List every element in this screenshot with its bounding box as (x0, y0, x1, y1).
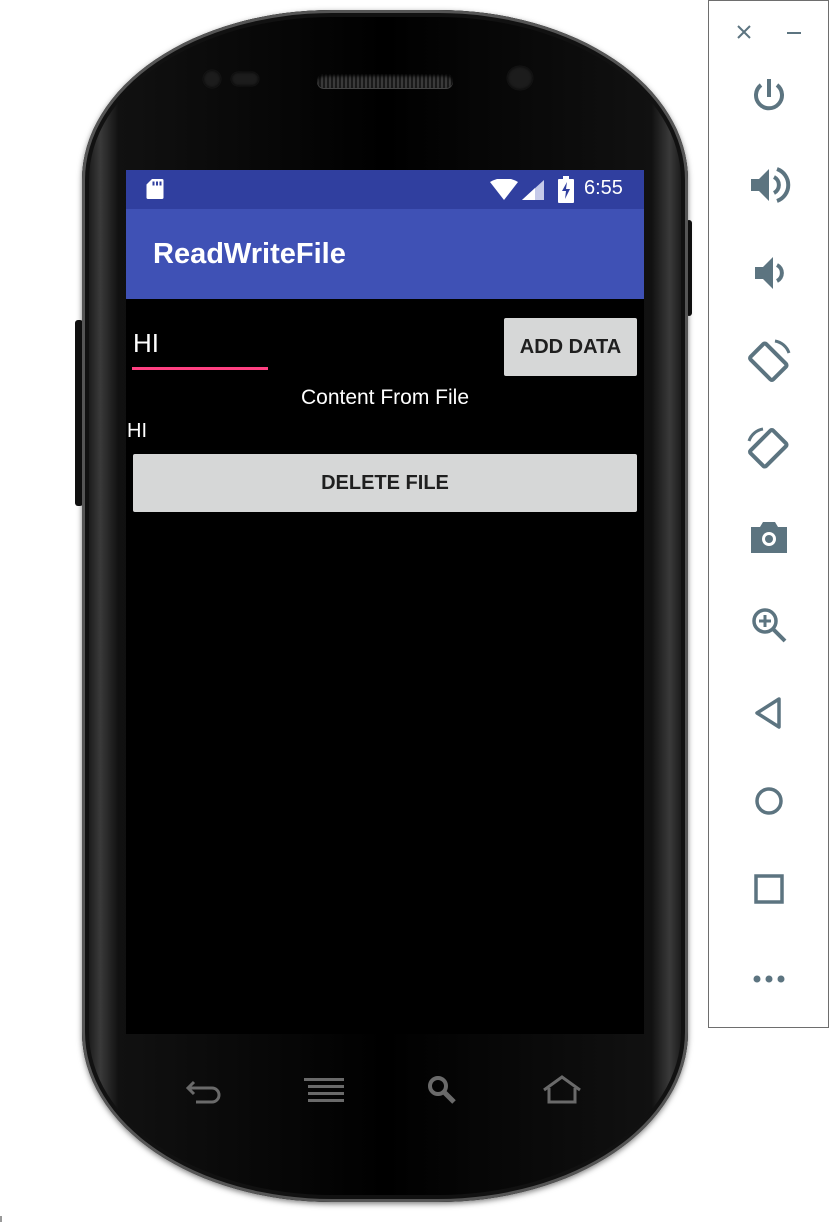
nav-home-button[interactable] (745, 777, 793, 825)
hw-back-button[interactable] (182, 1072, 226, 1108)
sd-card-icon (146, 179, 164, 199)
zoom-icon (752, 608, 787, 643)
back-icon (185, 1080, 221, 1104)
rotate-right-button[interactable] (745, 425, 793, 473)
hw-search-button[interactable] (420, 1072, 464, 1108)
volume-up-icon (751, 167, 791, 203)
nav-overview-button[interactable] (745, 865, 793, 913)
hw-menu-button[interactable] (302, 1072, 346, 1108)
status-clock: 6:55 (584, 177, 623, 199)
zoom-button[interactable] (745, 601, 793, 649)
camera-icon (751, 522, 787, 553)
volume-up-button[interactable] (745, 161, 793, 209)
wifi-icon (490, 179, 518, 200)
device-screen: 6:55 ReadWriteFile HI ADD DATA Content F… (126, 170, 644, 1034)
earpiece-speaker (317, 74, 453, 88)
more-button[interactable] (745, 953, 793, 1001)
search-icon (428, 1076, 456, 1104)
app-title: ReadWriteFile (153, 238, 346, 270)
app-bar: ReadWriteFile (126, 209, 644, 299)
content-from-file-label: Content From File (300, 386, 470, 409)
home-icon (755, 787, 783, 815)
light-sensor (231, 72, 259, 86)
delete-file-button[interactable]: DELETE FILE (133, 454, 637, 512)
menu-icon (304, 1078, 344, 1102)
power-icon (754, 79, 784, 111)
minimize-icon (787, 32, 801, 34)
proximity-sensor (203, 70, 221, 88)
status-bar: 6:55 (126, 170, 644, 209)
data-input-field[interactable]: HI (132, 324, 268, 370)
overview-icon (754, 874, 784, 904)
volume-down-button[interactable] (745, 249, 793, 297)
nav-back-button[interactable] (745, 689, 793, 737)
corner-mark (0, 1216, 2, 1222)
rotate-left-icon (748, 339, 791, 382)
rotate-left-button[interactable] (745, 337, 793, 385)
screenshot-button[interactable] (745, 513, 793, 561)
hw-home-button[interactable] (540, 1072, 584, 1108)
data-input-text[interactable]: HI (133, 328, 159, 359)
back-icon (755, 697, 781, 729)
power-button[interactable] (745, 73, 793, 121)
rotate-right-icon (747, 427, 789, 469)
input-underline (132, 367, 268, 370)
close-button[interactable] (729, 17, 759, 47)
minimize-button[interactable] (779, 17, 809, 47)
more-icon (753, 975, 785, 983)
close-icon (737, 25, 751, 39)
front-camera (507, 66, 533, 90)
emulator-toolbar (708, 0, 829, 1028)
signal-icon (522, 180, 544, 200)
home-icon (543, 1075, 581, 1104)
volume-down-icon (755, 257, 784, 289)
add-data-button[interactable]: ADD DATA (504, 318, 637, 376)
battery-charging-icon (558, 176, 574, 203)
file-content-text: HI (127, 420, 147, 442)
